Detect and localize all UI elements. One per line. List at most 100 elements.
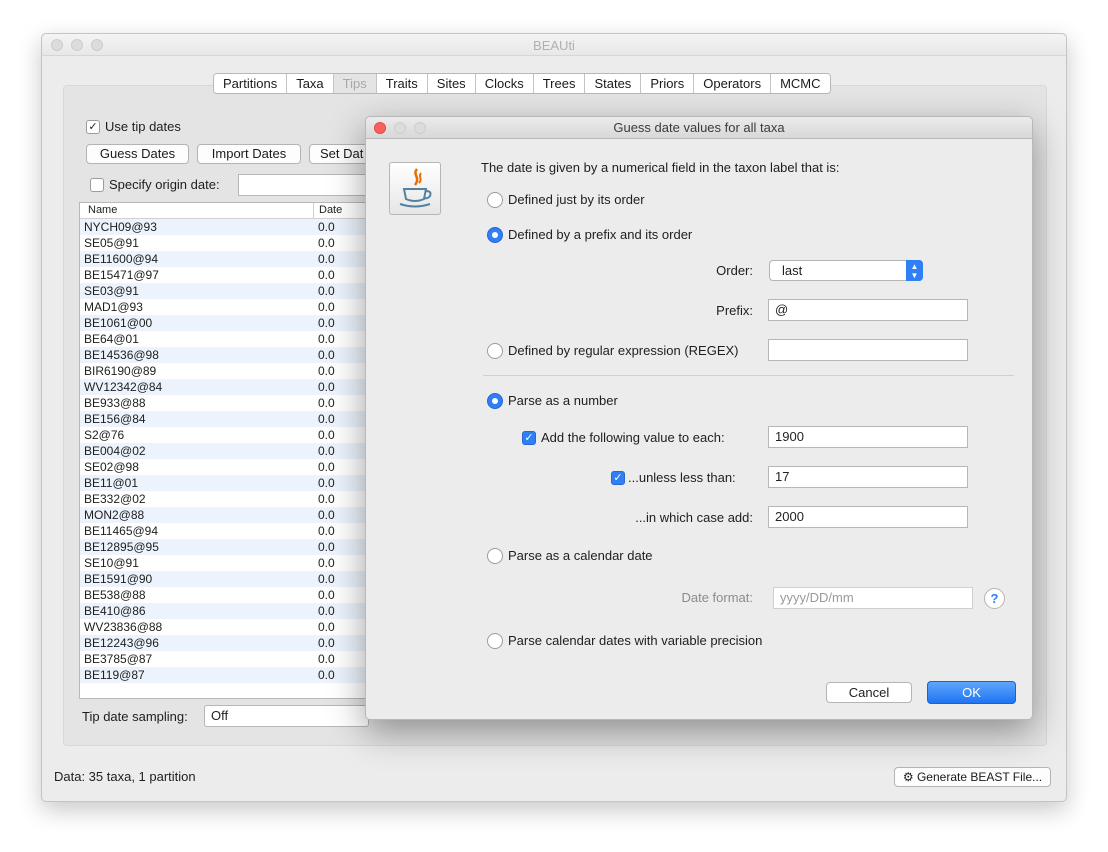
tip-date-sampling-select[interactable]: Off bbox=[204, 705, 369, 727]
taxon-date-cell[interactable]: 0.0 bbox=[318, 395, 335, 411]
calendar-date-label: Parse as a calendar date bbox=[508, 548, 653, 563]
tab-states[interactable]: States bbox=[585, 74, 642, 93]
unless-field[interactable]: 17 bbox=[768, 466, 968, 488]
table-row[interactable]: S2@76 0.0 bbox=[80, 427, 368, 443]
use-tip-dates-checkbox[interactable]: ✓ bbox=[86, 120, 100, 134]
parse-number-radio[interactable] bbox=[487, 393, 503, 409]
table-row[interactable]: BE004@02 0.0 bbox=[80, 443, 368, 459]
table-row[interactable]: MON2@88 0.0 bbox=[80, 507, 368, 523]
prefix-field[interactable]: @ bbox=[768, 299, 968, 321]
prefix-order-radio[interactable] bbox=[487, 227, 503, 243]
regex-field[interactable] bbox=[768, 339, 968, 361]
taxon-date-cell[interactable]: 0.0 bbox=[318, 299, 335, 315]
taxon-date-cell[interactable]: 0.0 bbox=[318, 571, 335, 587]
taxon-date-cell[interactable]: 0.0 bbox=[318, 427, 335, 443]
order-only-radio[interactable] bbox=[487, 192, 503, 208]
table-row[interactable]: BE3785@87 0.0 bbox=[80, 651, 368, 667]
taxon-date-cell[interactable]: 0.0 bbox=[318, 443, 335, 459]
taxon-date-cell[interactable]: 0.0 bbox=[318, 555, 335, 571]
taxon-date-cell[interactable]: 0.0 bbox=[318, 347, 335, 363]
import-dates-button[interactable]: Import Dates bbox=[197, 144, 301, 164]
table-row[interactable]: WV23836@88 0.0 bbox=[80, 619, 368, 635]
taxon-date-cell[interactable]: 0.0 bbox=[318, 267, 335, 283]
table-row[interactable]: BE15471@97 0.0 bbox=[80, 267, 368, 283]
generate-beast-file-button[interactable]: ⚙ Generate BEAST File... bbox=[894, 767, 1051, 787]
date-format-field[interactable]: yyyy/DD/mm bbox=[773, 587, 973, 609]
add-value-field[interactable]: 1900 bbox=[768, 426, 968, 448]
table-row[interactable]: SE05@91 0.0 bbox=[80, 235, 368, 251]
variable-precision-radio[interactable] bbox=[487, 633, 503, 649]
specify-origin-checkbox[interactable] bbox=[90, 178, 104, 192]
table-row[interactable]: BE1591@90 0.0 bbox=[80, 571, 368, 587]
taxon-date-cell[interactable]: 0.0 bbox=[318, 635, 335, 651]
unless-checkbox[interactable]: ✓ bbox=[611, 471, 625, 485]
which-case-field[interactable]: 2000 bbox=[768, 506, 968, 528]
table-row[interactable]: BE12895@95 0.0 bbox=[80, 539, 368, 555]
table-row[interactable]: BE12243@96 0.0 bbox=[80, 635, 368, 651]
taxon-date-cell[interactable]: 0.0 bbox=[318, 411, 335, 427]
table-row[interactable]: BE1061@00 0.0 bbox=[80, 315, 368, 331]
taxon-date-cell[interactable]: 0.0 bbox=[318, 523, 335, 539]
regex-radio[interactable] bbox=[487, 343, 503, 359]
use-tip-dates-label: Use tip dates bbox=[105, 119, 181, 134]
taxon-date-cell[interactable]: 0.0 bbox=[318, 475, 335, 491]
taxon-date-cell[interactable]: 0.0 bbox=[318, 603, 335, 619]
cancel-button[interactable]: Cancel bbox=[826, 682, 912, 703]
taxon-date-cell[interactable]: 0.0 bbox=[318, 251, 335, 267]
table-row[interactable]: MAD1@93 0.0 bbox=[80, 299, 368, 315]
taxon-date-cell[interactable]: 0.0 bbox=[318, 363, 335, 379]
table-row[interactable]: SE02@98 0.0 bbox=[80, 459, 368, 475]
tab-taxa[interactable]: Taxa bbox=[287, 74, 334, 93]
taxon-date-cell[interactable]: 0.0 bbox=[318, 315, 335, 331]
table-row[interactable]: BE410@86 0.0 bbox=[80, 603, 368, 619]
table-row[interactable]: BE119@87 0.0 bbox=[80, 667, 368, 683]
tab-traits[interactable]: Traits bbox=[376, 74, 428, 93]
table-row[interactable]: BE332@02 0.0 bbox=[80, 491, 368, 507]
tab-priors[interactable]: Priors bbox=[641, 74, 695, 93]
table-row[interactable]: BE14536@98 0.0 bbox=[80, 347, 368, 363]
taxon-date-cell[interactable]: 0.0 bbox=[318, 219, 335, 235]
table-row[interactable]: BE11@01 0.0 bbox=[80, 475, 368, 491]
table-row[interactable]: SE10@91 0.0 bbox=[80, 555, 368, 571]
tab-partitions[interactable]: Partitions bbox=[214, 74, 288, 93]
table-row[interactable]: BE64@01 0.0 bbox=[80, 331, 368, 347]
column-header-name[interactable]: Name bbox=[88, 204, 117, 216]
table-row[interactable]: BE11465@94 0.0 bbox=[80, 523, 368, 539]
tab-clocks[interactable]: Clocks bbox=[475, 74, 534, 93]
taxon-date-cell[interactable]: 0.0 bbox=[318, 651, 335, 667]
taxon-date-cell[interactable]: 0.0 bbox=[318, 619, 335, 635]
taxon-date-cell[interactable]: 0.0 bbox=[318, 235, 335, 251]
tab-trees[interactable]: Trees bbox=[533, 74, 586, 93]
taxon-date-cell[interactable]: 0.0 bbox=[318, 459, 335, 475]
table-row[interactable]: NYCH09@93 0.0 bbox=[80, 219, 368, 235]
table-row[interactable]: BE933@88 0.0 bbox=[80, 395, 368, 411]
table-row[interactable]: BIR6190@89 0.0 bbox=[80, 363, 368, 379]
ok-button[interactable]: OK bbox=[927, 681, 1016, 704]
table-row[interactable]: SE03@91 0.0 bbox=[80, 283, 368, 299]
column-header-date[interactable]: Date bbox=[319, 204, 342, 216]
table-row[interactable]: BE538@88 0.0 bbox=[80, 587, 368, 603]
help-icon[interactable]: ? bbox=[984, 588, 1005, 609]
taxon-date-cell[interactable]: 0.0 bbox=[318, 331, 335, 347]
origin-date-field[interactable] bbox=[238, 174, 368, 196]
tab-mcmc[interactable]: MCMC bbox=[771, 74, 830, 93]
taxon-date-cell[interactable]: 0.0 bbox=[318, 667, 335, 683]
taxon-date-cell[interactable]: 0.0 bbox=[318, 507, 335, 523]
taxa-date-table[interactable]: Name Date NYCH09@93 0.0 SE05@91 0.0 BE11600@… bbox=[79, 202, 369, 699]
set-dates-button[interactable]: Set Dat bbox=[309, 144, 369, 164]
taxon-date-cell[interactable]: 0.0 bbox=[318, 491, 335, 507]
table-row[interactable]: WV12342@84 0.0 bbox=[80, 379, 368, 395]
table-row[interactable]: BE11600@94 0.0 bbox=[80, 251, 368, 267]
table-row[interactable]: BE156@84 0.0 bbox=[80, 411, 368, 427]
tab-sites[interactable]: Sites bbox=[427, 74, 476, 93]
tab-operators[interactable]: Operators bbox=[694, 74, 772, 93]
taxon-date-cell[interactable]: 0.0 bbox=[318, 587, 335, 603]
taxon-date-cell[interactable]: 0.0 bbox=[318, 539, 335, 555]
taxon-date-cell[interactable]: 0.0 bbox=[318, 379, 335, 395]
tab-tips[interactable]: Tips bbox=[333, 74, 377, 93]
add-value-checkbox[interactable]: ✓ bbox=[522, 431, 536, 445]
taxon-date-cell[interactable]: 0.0 bbox=[318, 283, 335, 299]
calendar-date-radio[interactable] bbox=[487, 548, 503, 564]
guess-dates-button[interactable]: Guess Dates bbox=[86, 144, 189, 164]
order-select[interactable]: last ▲ ▼ bbox=[769, 260, 923, 281]
